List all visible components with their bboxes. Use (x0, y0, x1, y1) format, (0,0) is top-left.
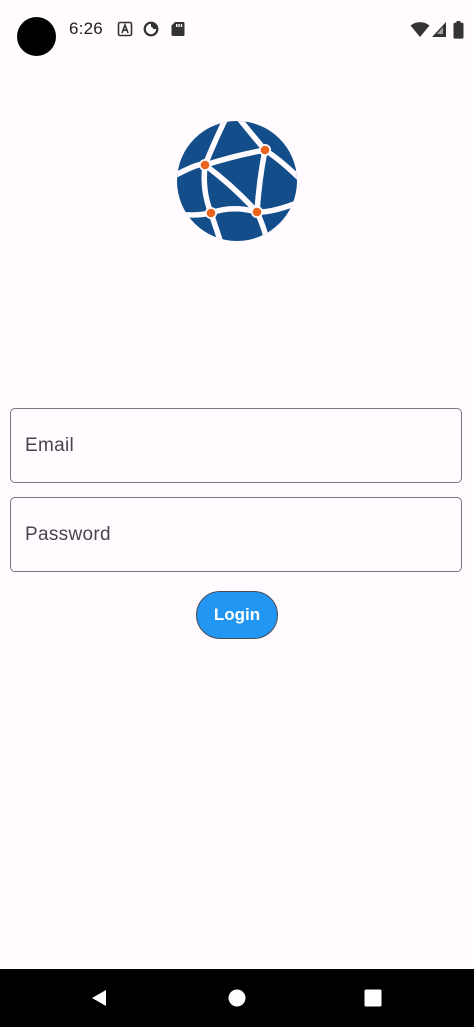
password-placeholder: Password (25, 523, 111, 545)
back-icon (92, 990, 106, 1006)
login-button-label: Login (213, 605, 261, 624)
battery-icon (453, 21, 464, 39)
a-box-icon (117, 21, 133, 37)
home-icon (228, 989, 246, 1007)
sd-card-icon (171, 22, 185, 36)
data-saver-icon (143, 21, 159, 37)
status-time: 6:26 (69, 19, 103, 38)
globe-network-logo (177, 121, 297, 241)
wifi-icon (410, 22, 430, 37)
home-button[interactable] (207, 969, 267, 1027)
recents-icon (364, 989, 382, 1007)
email-placeholder: Email (25, 434, 75, 456)
recents-button[interactable] (343, 969, 403, 1027)
password-field[interactable]: Password (10, 497, 462, 572)
login-button[interactable]: Login (196, 591, 278, 639)
navigation-bar (0, 969, 474, 1027)
login-screen: 6:26 Email Password Login (0, 0, 474, 1027)
status-bar: 6:26 (0, 0, 474, 62)
email-field[interactable]: Email (10, 408, 462, 483)
back-button[interactable] (69, 969, 129, 1027)
camera-cutout (17, 17, 56, 56)
cellular-signal-icon (432, 22, 446, 37)
